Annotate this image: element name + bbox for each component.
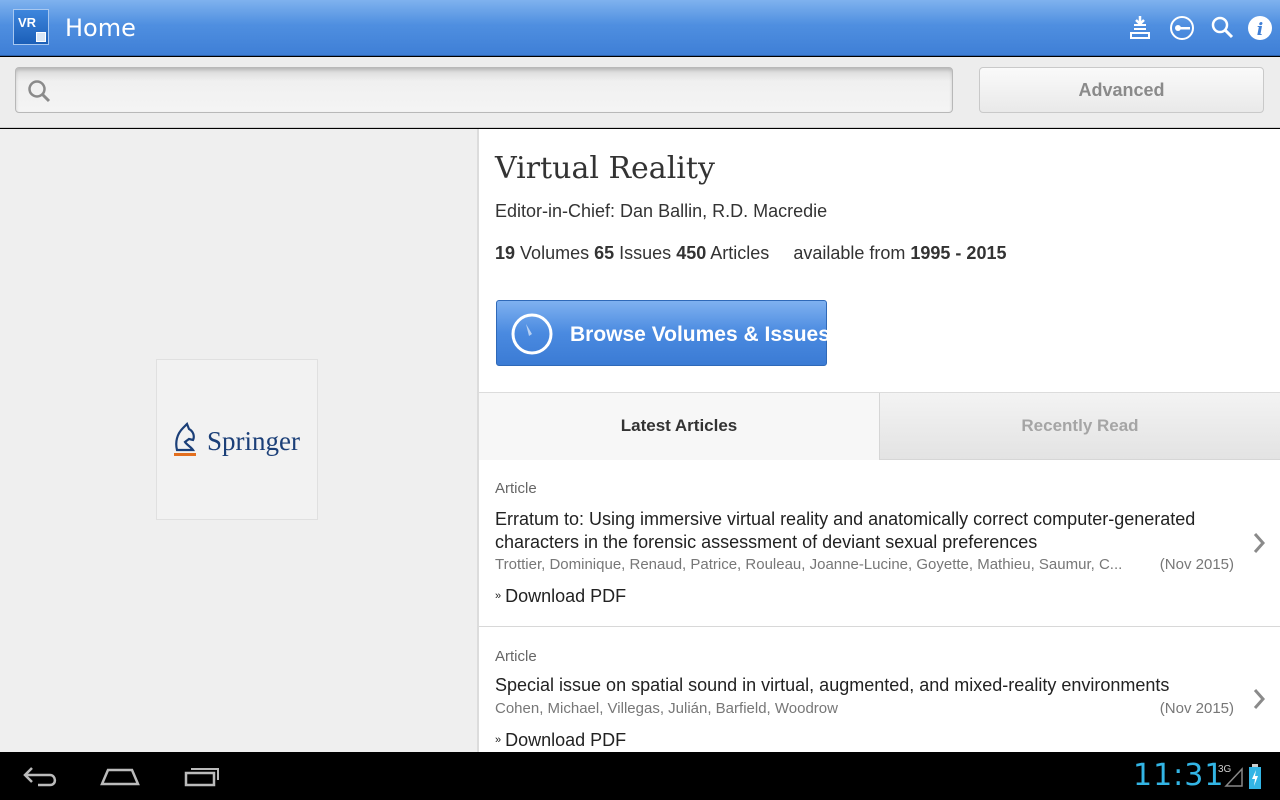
home-icon[interactable] — [100, 764, 140, 788]
tab-latest-articles[interactable]: Latest Articles — [479, 393, 879, 460]
issues-label: Issues — [619, 243, 672, 263]
download-pdf-link[interactable]: » Download PDF — [495, 586, 626, 607]
search-bar: Advanced — [0, 57, 1280, 128]
article-date: (Nov 2015) — [1159, 556, 1234, 573]
download-pdf-label: Download PDF — [505, 586, 627, 606]
back-icon[interactable] — [22, 764, 60, 788]
publisher-logo: Springer — [156, 359, 318, 520]
article-title[interactable]: Erratum to: Using immersive virtual real… — [495, 508, 1205, 554]
articles-label: Articles — [710, 243, 770, 263]
article-tabs: Latest Articles Recently Read — [479, 392, 1280, 460]
year-range: 1995 - 2015 — [910, 243, 1007, 263]
app-icon-label: VR — [18, 15, 37, 30]
compass-icon — [511, 313, 553, 355]
article-date: (Nov 2015) — [1159, 700, 1234, 717]
recent-apps-icon[interactable] — [182, 764, 222, 788]
journal-stats: 19 Volumes 65 Issues 450 Articles availa… — [495, 243, 1006, 264]
articles-count: 450 — [676, 243, 707, 263]
article-authors: Cohen, Michael, Villegas, Julián, Barfie… — [495, 700, 838, 717]
available-label: available from — [793, 243, 906, 263]
system-nav-bar: 11:31 3G — [0, 752, 1280, 800]
action-bar: VR Home i — [0, 0, 1280, 56]
volumes-label: Volumes — [520, 243, 590, 263]
chevron-right-icon[interactable] — [1252, 531, 1266, 555]
journal-editor: Editor-in-Chief: Dan Ballin, R.D. Macred… — [495, 201, 828, 221]
article-item[interactable]: Article Special issue on spatial sound i… — [479, 627, 1280, 752]
advanced-search-button[interactable]: Advanced — [979, 67, 1264, 113]
issues-count: 65 — [594, 243, 615, 263]
journal-title: Virtual Reality — [495, 151, 715, 186]
search-icon[interactable] — [1209, 15, 1235, 41]
article-type: Article — [495, 648, 537, 665]
app-icon-badge — [36, 32, 46, 42]
signal-icon — [1224, 767, 1243, 787]
download-icon[interactable] — [1127, 15, 1153, 41]
article-item[interactable]: Article Erratum to: Using immersive virt… — [479, 459, 1280, 627]
raquo-icon: » — [495, 734, 502, 746]
app-icon[interactable]: VR — [13, 9, 49, 45]
page-title: Home — [65, 14, 136, 42]
raquo-icon: » — [495, 590, 502, 602]
journal-detail-pane: Virtual Reality Editor-in-Chief: Dan Bal… — [479, 129, 1280, 752]
article-authors: Trottier, Dominique, Renaud, Patrice, Ro… — [495, 556, 1123, 573]
chevron-right-icon[interactable] — [1252, 687, 1266, 711]
svg-text:i: i — [1257, 20, 1263, 40]
article-type: Article — [495, 480, 537, 497]
download-pdf-label: Download PDF — [505, 730, 627, 750]
cover-pane: Springer — [0, 129, 477, 752]
article-title[interactable]: Special issue on spatial sound in virtua… — [495, 674, 1235, 697]
magnifier-icon — [28, 80, 51, 103]
tab-recently-read[interactable]: Recently Read — [879, 393, 1280, 460]
volumes-count: 19 — [495, 243, 516, 263]
search-field[interactable] — [15, 67, 953, 113]
browse-volumes-label: Browse Volumes & Issues — [570, 323, 830, 346]
status-clock: 11:31 — [1133, 758, 1225, 793]
springer-horse-icon — [174, 422, 196, 456]
battery-charging-icon — [1249, 764, 1261, 789]
download-pdf-link[interactable]: » Download PDF — [495, 730, 626, 751]
search-input[interactable] — [60, 76, 940, 106]
key-icon[interactable] — [1169, 15, 1195, 41]
info-icon[interactable]: i — [1247, 15, 1273, 41]
publisher-logo-text: Springer — [207, 426, 300, 456]
browse-volumes-button[interactable]: Browse Volumes & Issues — [496, 300, 830, 366]
